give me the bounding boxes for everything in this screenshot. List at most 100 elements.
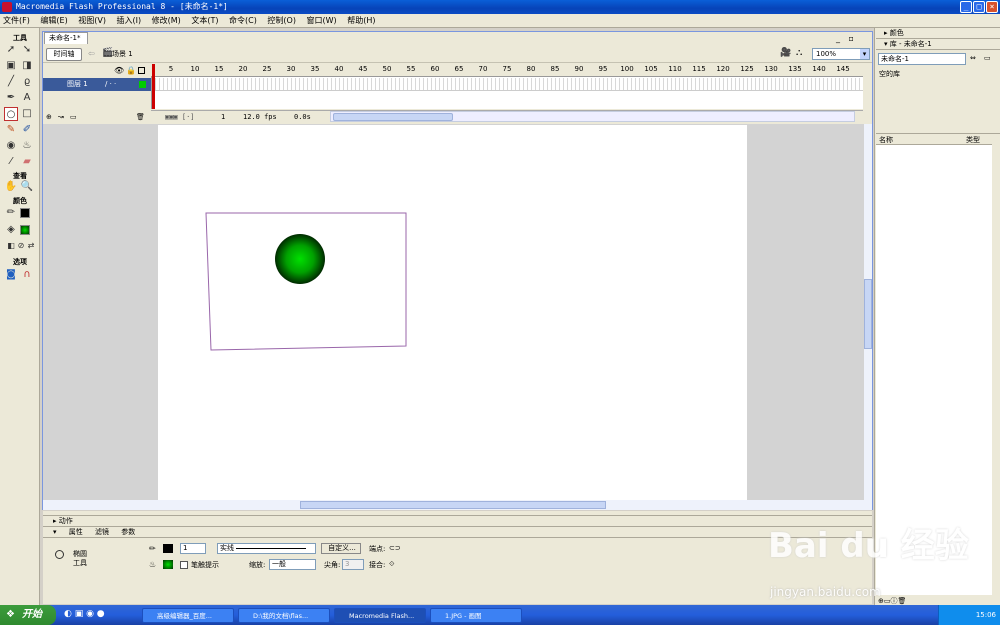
arrow-tool-icon[interactable]: ➚ — [4, 43, 18, 57]
menu-file[interactable]: 文件(F) — [3, 16, 30, 25]
tab-properties[interactable]: 属性 — [69, 528, 83, 536]
scale-select[interactable]: 一般 — [269, 559, 316, 570]
ruler-number: 140 — [812, 65, 826, 73]
document-tab[interactable]: 未命名-1* — [44, 32, 88, 44]
tab-filters[interactable]: 滤镜 — [95, 528, 109, 536]
stroke-color-swatch[interactable] — [20, 208, 30, 218]
zoom-select[interactable]: 100% — [812, 48, 870, 60]
add-layer-icon[interactable]: ⊕ — [46, 113, 52, 121]
menu-commands[interactable]: 命令(C) — [229, 16, 257, 25]
fill-color-swatch[interactable] — [20, 225, 30, 235]
endpoint-icon[interactable]: ⊂⊃ — [389, 544, 401, 552]
task-paint[interactable]: 1.JPG - 画图 — [430, 608, 522, 623]
eyedropper-tool-icon[interactable]: ⁄ — [4, 155, 18, 169]
rectangle-tool-icon[interactable]: □ — [20, 107, 34, 121]
actions-panel-header[interactable]: ▸ 动作 — [43, 515, 872, 526]
custom-button[interactable]: 自定义... — [321, 543, 361, 554]
free-transform-tool-icon[interactable]: ▣ — [4, 59, 18, 73]
layer-color-icon[interactable] — [139, 81, 146, 88]
add-guide-icon[interactable]: ↝ — [58, 113, 64, 121]
brush-tool-icon[interactable]: ✐ — [20, 123, 34, 137]
color-panel-header[interactable]: ▸ 颜色 — [876, 28, 1000, 39]
menu-text[interactable]: 文本(T) — [191, 16, 218, 25]
hinting-checkbox[interactable] — [180, 561, 188, 569]
menu-edit[interactable]: 编辑(E) — [40, 16, 67, 25]
frame-ruler[interactable]: 5 10 15 20 25 30 35 40 45 50 55 60 65 70… — [151, 63, 863, 77]
stroke-width-input[interactable]: 1 — [180, 543, 206, 554]
pen-tool-icon[interactable]: ✒ — [4, 91, 18, 105]
object-drawing-icon[interactable]: ◙ — [4, 268, 18, 282]
minimize-button[interactable]: _ — [960, 1, 972, 13]
task-browser[interactable]: 高级编辑器_百度... — [142, 608, 234, 623]
options-header: 选项 — [13, 258, 27, 266]
stroke-line-preview — [236, 548, 306, 549]
lock-icon[interactable]: 🔒 — [126, 66, 136, 75]
text-tool-icon[interactable]: A — [20, 91, 34, 105]
quick-launch-icons[interactable]: ◐ ▣ ◉ ● — [64, 609, 105, 619]
task-folder[interactable]: D:\我的文档\flas... — [238, 608, 330, 623]
maximize-button[interactable]: □ — [973, 1, 985, 13]
menu-insert[interactable]: 插入(I) — [117, 16, 142, 25]
back-arrow-icon[interactable]: ⇦ — [88, 49, 95, 58]
document-window-controls[interactable]: _ ▫ × — [836, 34, 868, 52]
playhead[interactable] — [152, 64, 155, 109]
paint-bucket-tool-icon[interactable]: ♨ — [20, 139, 34, 153]
eye-icon[interactable]: 👁 — [114, 66, 124, 75]
task-flash[interactable]: Macromedia Flash... — [334, 608, 426, 623]
tool-sub: 工具 — [73, 559, 87, 567]
layer-frames[interactable] — [152, 78, 863, 91]
outline-icon[interactable] — [138, 67, 145, 74]
add-folder-icon[interactable]: ▭ — [70, 113, 77, 121]
gradient-ball[interactable] — [275, 234, 325, 284]
fill-swatch[interactable] — [163, 560, 173, 569]
stroke-swatch[interactable] — [163, 544, 173, 553]
line-tool-icon[interactable]: ╱ — [4, 75, 18, 89]
layer-row[interactable]: 图层 1 / · · — [43, 78, 151, 91]
stroke-style-select[interactable]: 实线 — [217, 543, 316, 554]
menu-help[interactable]: 帮助(H) — [347, 16, 375, 25]
miter-input[interactable]: 3 — [342, 559, 364, 570]
swap-colors-icon[interactable]: ⇄ — [24, 239, 38, 253]
new-library-icon[interactable]: ▭ — [984, 54, 991, 62]
endpoint-label: 端点: — [369, 545, 386, 553]
scroll-thumb[interactable] — [333, 113, 453, 121]
close-button[interactable]: × — [986, 1, 998, 13]
fill-transform-tool-icon[interactable]: ◨ — [20, 59, 34, 73]
onion-skin-icons[interactable]: ▣▣▣ [·] — [165, 112, 195, 123]
oval-tool-icon[interactable]: ○ — [4, 107, 18, 121]
eraser-tool-icon[interactable]: ▰ — [20, 155, 34, 169]
library-select[interactable]: 未命名-1 — [878, 53, 966, 65]
ruler-number: 55 — [406, 65, 416, 73]
stage-horizontal-scrollbar[interactable] — [43, 500, 872, 510]
zoom-tool-icon[interactable]: 🔍 — [20, 180, 34, 194]
title-bar: Macromedia Flash Professional 8 - [未命名-1… — [0, 0, 1000, 14]
library-panel-header[interactable]: ▾ 库 - 未命名-1 — [876, 39, 1000, 50]
hand-tool-icon[interactable]: ✋ — [4, 180, 18, 194]
trash-icon[interactable]: 🗑 — [136, 113, 145, 121]
scroll-thumb[interactable] — [864, 279, 872, 349]
tools-header: 工具 — [13, 34, 27, 42]
lasso-tool-icon[interactable]: ϱ — [20, 75, 34, 89]
subselect-tool-icon[interactable]: ➘ — [20, 43, 34, 57]
tab-parameters[interactable]: 参数 — [121, 528, 135, 536]
join-icon[interactable]: ⟐ — [389, 560, 395, 569]
ink-bottle-tool-icon[interactable]: ◉ — [4, 139, 18, 153]
edit-scene-icon[interactable]: 🎥 — [780, 48, 791, 58]
menu-modify[interactable]: 修改(M) — [152, 16, 181, 25]
col-type[interactable]: 类型 — [966, 135, 980, 145]
menu-control[interactable]: 控制(O) — [267, 16, 296, 25]
ruler-number: 45 — [358, 65, 368, 73]
pencil-tool-icon[interactable]: ✎ — [4, 123, 18, 137]
stage-vertical-scrollbar[interactable] — [864, 124, 872, 500]
edit-symbol-icon[interactable]: ⛬ — [796, 48, 802, 58]
snap-magnet-icon[interactable]: ∩ — [20, 268, 34, 282]
timeline-toggle-button[interactable]: 时间轴 — [46, 48, 82, 61]
scroll-thumb[interactable] — [300, 501, 606, 509]
col-name[interactable]: 名称 — [879, 135, 893, 145]
menu-view[interactable]: 视图(V) — [78, 16, 106, 25]
timeline-scrollbar[interactable] — [330, 111, 855, 122]
stroke-pencil-icon: ✏ — [149, 544, 156, 553]
pin-icon[interactable]: ⇔ — [970, 54, 976, 62]
menu-window[interactable]: 窗口(W) — [307, 16, 337, 25]
stage[interactable] — [158, 125, 747, 500]
